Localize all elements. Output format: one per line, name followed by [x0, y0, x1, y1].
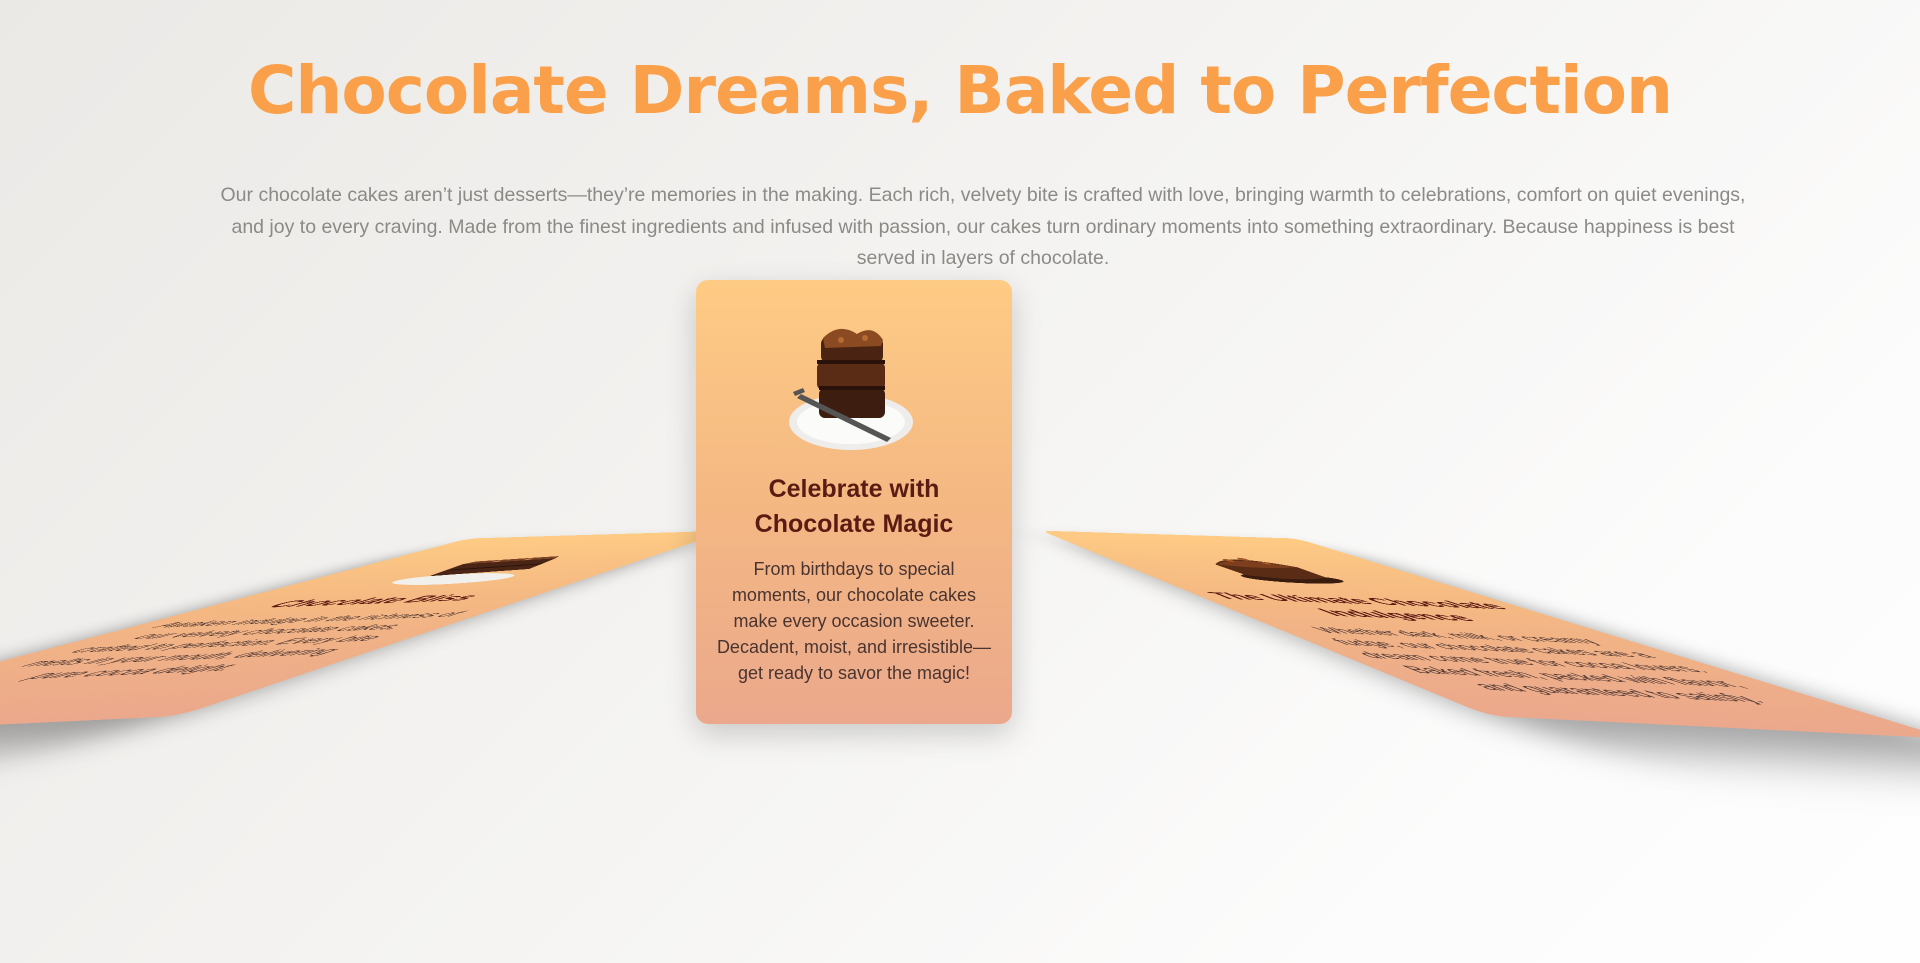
card-celebrate-chocolate-magic[interactable]: Celebrate with Chocolate Magic From birt…: [696, 280, 1012, 724]
card-description: Awaken indulge in the richness of our ve…: [10, 609, 472, 682]
cake-image: [1198, 557, 1357, 586]
card-ultimate-chocolate-indulgence[interactable]: The Ultimate Chocolate Indulgence Whethe…: [1041, 530, 1920, 739]
card-title: Chocolate Bliss: [255, 591, 490, 611]
card-title: The Ultimate Chocolate Indulgence: [1202, 590, 1519, 625]
card-chocolate-bliss[interactable]: Chocolate Bliss Awaken indulge in the ri…: [0, 530, 729, 739]
cake-image: [375, 555, 565, 587]
card-carousel: Chocolate Bliss Awaken indulge in the ri…: [0, 0, 1920, 963]
card-title: Celebrate with Chocolate Magic: [754, 475, 954, 538]
card-description: Whether dark, milk, or creamy fudge, our…: [1307, 625, 1775, 706]
brownie-stack-image: [789, 328, 913, 450]
card-description: From birthdays to special moments, our c…: [716, 559, 992, 683]
